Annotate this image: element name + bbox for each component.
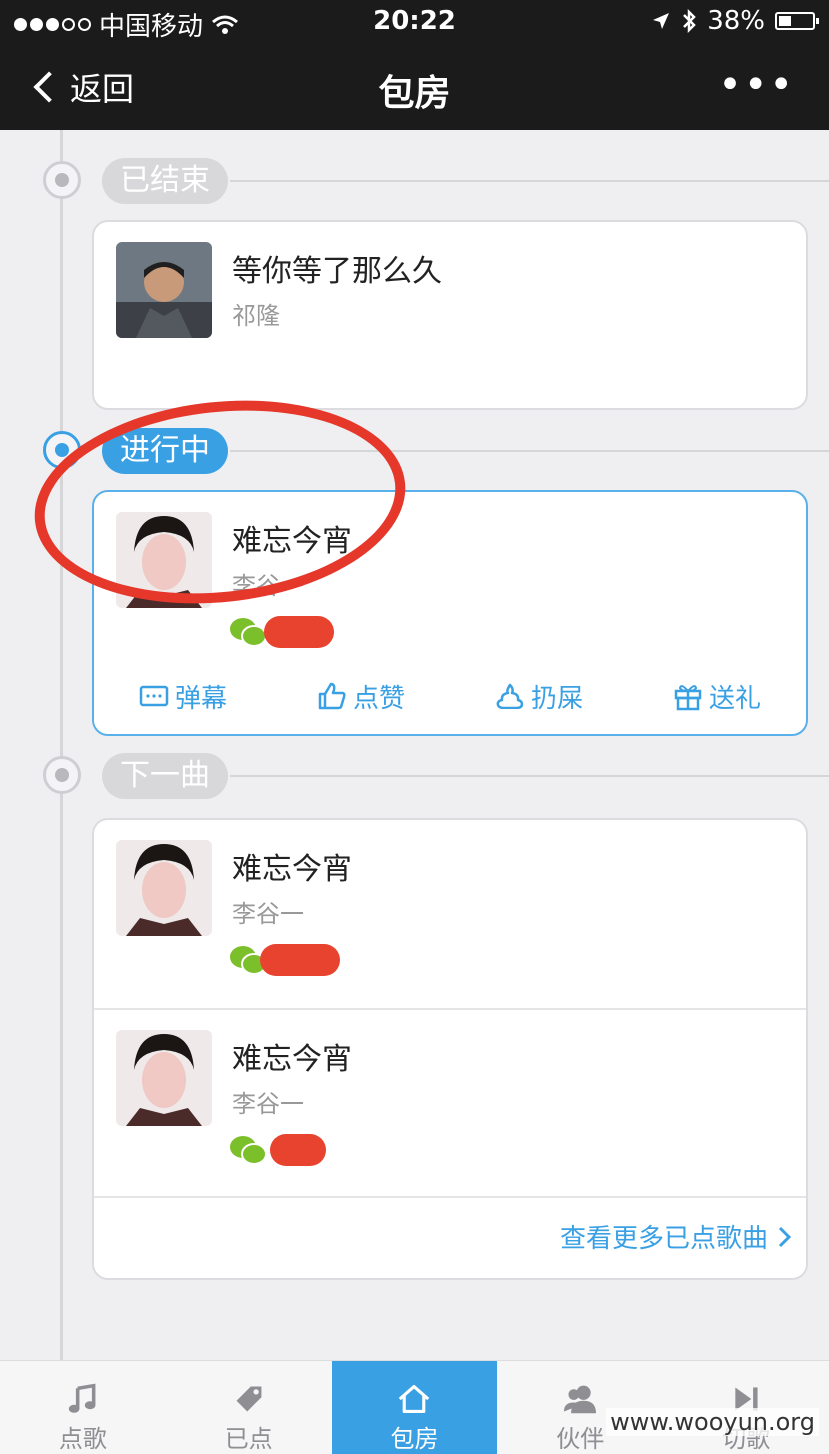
tab-songs[interactable]: 点歌 [0,1361,166,1454]
song-item[interactable]: 难忘今宵 李谷一 [94,492,806,654]
timeline-node-finished [43,161,81,199]
people-icon [564,1385,597,1414]
danmu-label: 弹幕 [174,683,227,714]
playing-song-card: 难忘今宵 李谷一 弹幕 点赞 扔屎 送礼 [92,490,808,736]
battery-icon [775,12,819,30]
section-label-next: 下一曲 [102,753,228,799]
tab-room-label: 包房 [390,1425,439,1453]
singer-avatar [116,242,212,338]
redacted-username [260,944,340,976]
redacted-username [270,1134,326,1166]
section-divider [230,180,829,182]
action-bar: 弹幕 点赞 扔屎 送礼 [94,654,806,734]
tab-ordered[interactable]: 已点 [166,1361,332,1454]
bluetooth-icon [683,9,696,33]
singer-avatar [116,512,212,608]
status-right: 38% [651,6,819,36]
throw-button[interactable]: 扔屎 [495,678,583,715]
tab-ordered-label: 已点 [224,1425,273,1453]
song-artist: 祁隆 [232,302,280,330]
like-button[interactable]: 点赞 [317,678,405,715]
section-divider [230,775,829,777]
more-menu-button[interactable]: ••• [718,62,795,108]
singer-avatar [116,840,212,936]
section-label-playing: 进行中 [102,428,228,474]
queue-item[interactable]: 难忘今宵 李谷一 [94,1008,806,1196]
chevron-right-icon [778,1226,792,1247]
timeline-line [60,130,63,1360]
music-note-icon [68,1383,96,1413]
timeline-node-playing [43,431,81,469]
timeline-node-next [43,756,81,794]
redacted-username [264,616,334,648]
song-artist: 李谷一 [232,1090,304,1118]
tag-icon [236,1386,262,1412]
like-label: 点赞 [352,683,405,714]
poop-icon [496,683,524,709]
tab-room[interactable]: 包房 [331,1361,498,1454]
tab-partner-label: 伙伴 [556,1425,605,1453]
more-songs-label: 查看更多已点歌曲 [559,1224,768,1254]
danmu-button[interactable]: 弹幕 [139,678,227,715]
nav-bar: 返回 包房 ••• [0,44,829,130]
finished-song-card: 等你等了那么久 祁隆 [92,220,808,410]
song-artist: 李谷一 [232,572,304,600]
tab-songs-label: 点歌 [58,1425,107,1453]
status-bar: 中国移动 20:22 38% [0,0,829,44]
home-icon [399,1385,430,1413]
song-title: 难忘今宵 [232,1042,352,1077]
song-title: 等你等了那么久 [232,254,442,289]
queue-card: 难忘今宵 李谷一 难忘今宵 李谷一 查看更多已点歌曲 [92,818,808,1280]
watermark: www.wooyun.org [606,1408,819,1436]
location-arrow-icon [653,13,670,29]
wechat-icon [230,1136,267,1165]
song-title: 难忘今宵 [232,852,352,887]
gift-icon [674,685,702,711]
tab-bar: 点歌 已点 包房 伙伴 切歌 [0,1360,829,1454]
song-item[interactable]: 等你等了那么久 祁隆 [94,222,806,408]
singer-avatar [116,1030,212,1126]
song-artist: 李谷一 [232,900,304,928]
danmu-icon [139,685,169,707]
gift-button[interactable]: 送礼 [673,678,761,715]
throw-label: 扔屎 [530,683,583,714]
more-songs-row: 查看更多已点歌曲 [94,1196,806,1278]
gift-label: 送礼 [708,683,761,714]
song-title: 难忘今宵 [232,524,352,559]
wechat-icon [230,618,267,647]
thumbs-up-icon [318,682,346,710]
section-label-finished: 已结束 [102,158,228,204]
page-title: 包房 [378,73,451,114]
battery-percent: 38% [707,6,765,36]
more-songs-link[interactable]: 查看更多已点歌曲 [560,1218,792,1255]
section-divider [230,450,829,452]
queue-item[interactable]: 难忘今宵 李谷一 [94,820,806,1008]
